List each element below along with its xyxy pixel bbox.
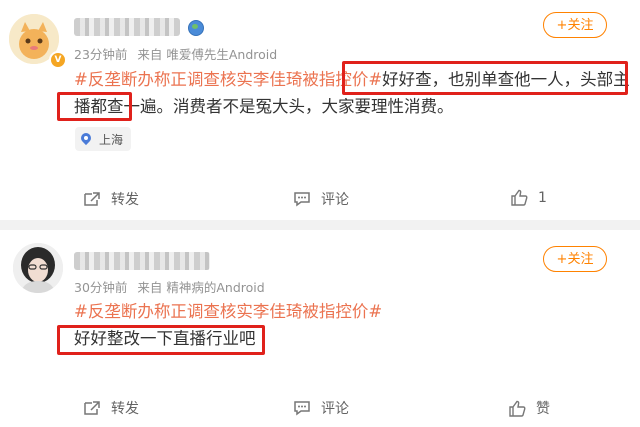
post-text-rest: 消费者不是冤大头，大家要理性消费。 [173, 97, 454, 116]
post-meta: 23分钟前 来自 唯爱傅先生Android [74, 44, 283, 63]
username-blurred[interactable] [74, 252, 210, 270]
post-meta: 30分钟前 来自 精神病的Android [74, 277, 271, 296]
comment-icon [294, 401, 310, 416]
forward-label: 转发 [111, 401, 139, 417]
forward-button[interactable]: 转发 [83, 398, 139, 418]
thumbs-up-icon [511, 189, 528, 206]
highlight-box [57, 325, 265, 355]
post-source: 来自 精神病的Android [137, 280, 265, 295]
comment-button[interactable]: 评论 [293, 189, 349, 209]
like-button[interactable]: 赞 [508, 398, 550, 418]
post-divider [0, 220, 640, 230]
thumbs-up-icon [509, 400, 526, 417]
follow-button[interactable]: +关注 [543, 246, 607, 272]
location-label: 上海 [99, 132, 124, 147]
forward-button[interactable]: 转发 [83, 189, 139, 209]
hashtag-link[interactable]: #反垄断办称正调查核实李佳琦被指控价# [74, 70, 382, 89]
username-blurred[interactable] [74, 18, 180, 36]
post-card: V 23分钟前 来自 唯爱傅先生Android +关注 #反垄断办称正调查核实李… [0, 0, 640, 220]
forward-label: 转发 [111, 192, 139, 208]
globe-icon [188, 20, 204, 36]
comment-icon [294, 192, 310, 207]
comment-button[interactable]: 评论 [293, 398, 349, 418]
verified-badge-icon: V [49, 51, 67, 69]
forward-icon [84, 192, 100, 206]
location-tag[interactable]: 上海 [75, 127, 132, 151]
follow-button[interactable]: +关注 [543, 12, 607, 38]
hashtag-link[interactable]: #反垄断办称正调查核实李佳琦被指控价# [74, 298, 634, 325]
location-pin-icon [81, 133, 91, 146]
forward-icon [84, 401, 100, 415]
highlight-box [57, 92, 132, 121]
post-time: 30分钟前 [74, 280, 128, 295]
like-label: 赞 [536, 401, 550, 417]
comment-label: 评论 [321, 192, 349, 208]
like-count: 1 [538, 189, 547, 206]
post-source: 来自 唯爱傅先生Android [137, 47, 278, 62]
avatar[interactable] [13, 243, 63, 293]
highlight-box [342, 61, 628, 95]
comment-label: 评论 [321, 401, 349, 417]
post-time: 23分钟前 [74, 47, 128, 62]
like-button[interactable]: 1 [510, 189, 547, 206]
